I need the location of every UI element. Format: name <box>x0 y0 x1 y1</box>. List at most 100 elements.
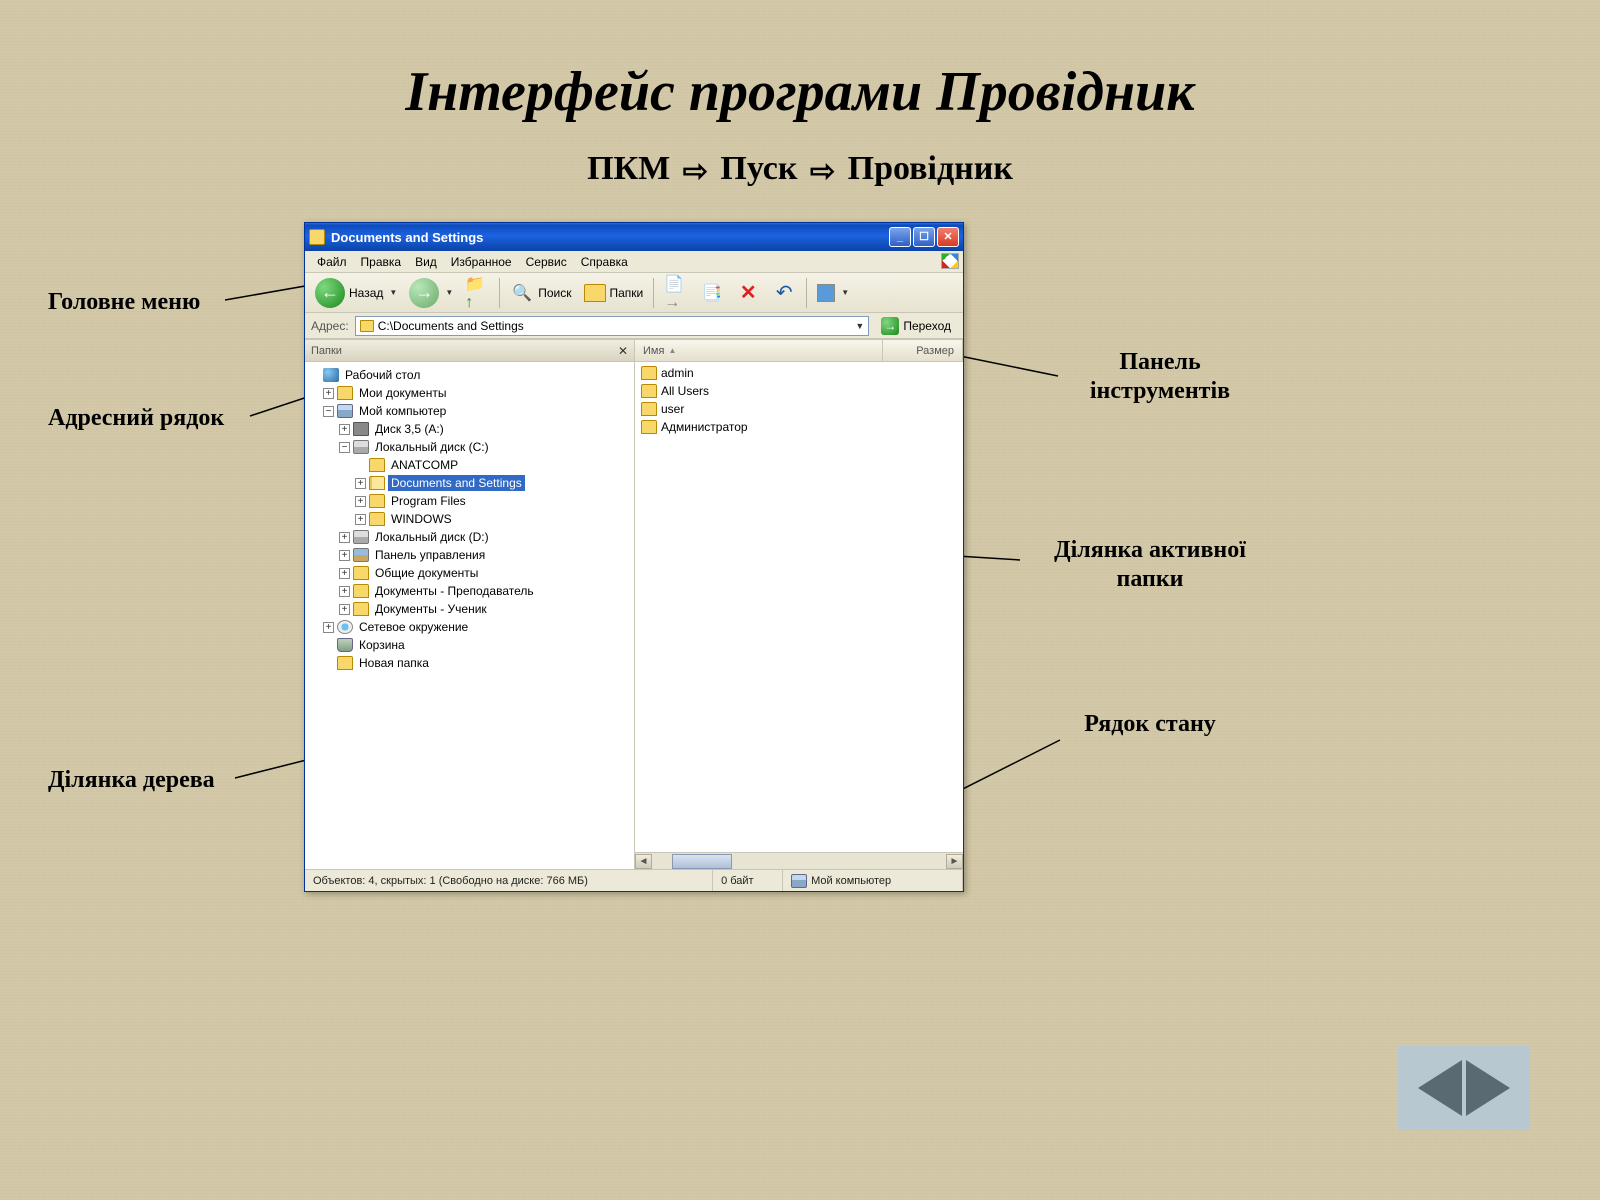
col-size[interactable]: Размер <box>883 340 963 361</box>
search-button[interactable]: 🔍 Поиск <box>506 279 575 307</box>
delete-icon: ✕ <box>736 281 760 305</box>
slide-subtitle: ПКМ ⇨ Пуск ⇨ Провідник <box>0 150 1600 189</box>
tree-label-selected: Documents and Settings <box>388 475 525 491</box>
folders-button[interactable]: Папки <box>580 282 648 304</box>
maximize-button[interactable]: ☐ <box>913 227 935 247</box>
folder-icon <box>641 402 657 416</box>
tree-node-mycomputer[interactable]: − Мой компьютер <box>307 402 632 420</box>
folders-icon <box>584 284 606 302</box>
expand-icon[interactable]: + <box>355 478 366 489</box>
recycle-bin-icon <box>337 638 353 652</box>
expand-icon[interactable]: + <box>339 424 350 435</box>
expand-icon[interactable]: + <box>339 550 350 561</box>
menu-tools[interactable]: Сервис <box>520 253 573 271</box>
explorer-window: Documents and Settings _ ☐ ✕ Файл Правка… <box>304 222 964 892</box>
menu-file[interactable]: Файл <box>311 253 353 271</box>
close-pane-button[interactable]: ✕ <box>618 344 628 358</box>
tree-node-drive-c[interactable]: − Локальный диск (C:) <box>307 438 632 456</box>
delete-button[interactable]: ✕ <box>732 279 764 307</box>
expand-icon[interactable]: + <box>339 532 350 543</box>
close-button[interactable]: ✕ <box>937 227 959 247</box>
list-item[interactable]: admin <box>637 364 961 382</box>
tree-node-newfolder[interactable]: Новая папка <box>307 654 632 672</box>
next-slide-button[interactable] <box>1466 1060 1510 1116</box>
callout-toolbar: Панель інструментів <box>1060 348 1260 406</box>
address-label: Адрес: <box>311 319 349 333</box>
status-location-label: Мой компьютер <box>811 875 891 887</box>
network-icon <box>337 620 353 634</box>
expand-icon[interactable]: + <box>355 496 366 507</box>
expand-icon[interactable]: + <box>339 568 350 579</box>
drive-icon <box>353 530 369 544</box>
expand-icon[interactable]: + <box>339 586 350 597</box>
tree-label: Мой компьютер <box>356 403 449 419</box>
menu-view[interactable]: Вид <box>409 253 443 271</box>
tree-node-cpanel[interactable]: + Панель управления <box>307 546 632 564</box>
list-item[interactable]: user <box>637 400 961 418</box>
tree-node-mydocs[interactable]: + Мои документы <box>307 384 632 402</box>
list-body[interactable]: admin All Users user Администратор <box>635 362 963 852</box>
back-button[interactable]: ← Назад ▼ <box>311 276 401 310</box>
tree-label: Новая папка <box>356 655 432 671</box>
tree-node-drive-d[interactable]: + Локальный диск (D:) <box>307 528 632 546</box>
tree-node-progfiles[interactable]: + Program Files <box>307 492 632 510</box>
tree-node-windows[interactable]: + WINDOWS <box>307 510 632 528</box>
collapse-icon[interactable]: − <box>323 406 334 417</box>
folder-icon <box>369 458 385 472</box>
scroll-left-button[interactable]: ◄ <box>635 854 652 869</box>
forward-button[interactable]: → ▼ <box>405 276 457 310</box>
menu-help[interactable]: Справка <box>575 253 634 271</box>
tree-node-docset[interactable]: + Documents and Settings <box>307 474 632 492</box>
copyto-icon: 📑 <box>700 281 724 305</box>
expand-icon[interactable]: + <box>339 604 350 615</box>
list-item[interactable]: Администратор <box>637 418 961 436</box>
callout-tree-area: Ділянка дерева <box>48 766 215 795</box>
dropdown-icon: ▼ <box>445 288 453 297</box>
copy-to-button[interactable]: 📑 <box>696 279 728 307</box>
expand-icon[interactable]: + <box>355 514 366 525</box>
floppy-icon <box>353 422 369 436</box>
tree-node-bin[interactable]: Корзина <box>307 636 632 654</box>
scroll-right-button[interactable]: ► <box>946 854 963 869</box>
titlebar[interactable]: Documents and Settings _ ☐ ✕ <box>305 223 963 251</box>
tree-node-docs-student[interactable]: + Документы - Ученик <box>307 600 632 618</box>
col-name[interactable]: Имя ▲ <box>635 340 883 361</box>
address-input[interactable]: C:\Documents and Settings ▼ <box>355 316 870 336</box>
tree-node-desktop[interactable]: Рабочий стол <box>307 366 632 384</box>
up-button[interactable]: 📁↑ <box>461 279 493 307</box>
tree-node-floppy[interactable]: + Диск 3,5 (A:) <box>307 420 632 438</box>
expand-icon[interactable]: + <box>323 388 334 399</box>
menu-favorites[interactable]: Избранное <box>445 253 518 271</box>
undo-button[interactable]: ↶ <box>768 279 800 307</box>
scroll-thumb[interactable] <box>672 854 732 869</box>
prev-slide-button[interactable] <box>1418 1060 1462 1116</box>
tree-label: Диск 3,5 (A:) <box>372 421 447 437</box>
status-bytes: 0 байт <box>713 870 783 891</box>
slide-nav <box>1398 1046 1530 1130</box>
tree-label: WINDOWS <box>388 511 455 527</box>
views-button[interactable]: ▼ <box>813 282 853 304</box>
folder-icon <box>369 494 385 508</box>
tree-label: Мои документы <box>356 385 449 401</box>
folder-icon <box>369 512 385 526</box>
menu-edit[interactable]: Правка <box>355 253 408 271</box>
tree-body[interactable]: Рабочий стол + Мои документы − Мой компь… <box>305 362 634 869</box>
move-to-button[interactable]: 📄→ <box>660 279 692 307</box>
expand-icon[interactable]: + <box>323 622 334 633</box>
go-label: Переход <box>903 319 951 333</box>
collapse-icon[interactable]: − <box>339 442 350 453</box>
menubar: Файл Правка Вид Избранное Сервис Справка <box>305 251 963 273</box>
tree-node-shared[interactable]: + Общие документы <box>307 564 632 582</box>
tree-node-docs-teacher[interactable]: + Документы - Преподаватель <box>307 582 632 600</box>
folder-icon <box>353 584 369 598</box>
tree-node-anatcomp[interactable]: ANATCOMP <box>307 456 632 474</box>
dropdown-icon[interactable]: ▼ <box>855 321 864 331</box>
list-pane: Имя ▲ Размер admin All Users user Админи… <box>635 340 963 869</box>
go-button[interactable]: → Переход <box>875 316 957 336</box>
tree-node-network[interactable]: + Сетевое окружение <box>307 618 632 636</box>
callout-active-folder: Ділянка активної папки <box>1020 536 1280 594</box>
horizontal-scrollbar[interactable]: ◄ ► <box>635 852 963 869</box>
list-item[interactable]: All Users <box>637 382 961 400</box>
tree-label: Документы - Преподаватель <box>372 583 537 599</box>
minimize-button[interactable]: _ <box>889 227 911 247</box>
